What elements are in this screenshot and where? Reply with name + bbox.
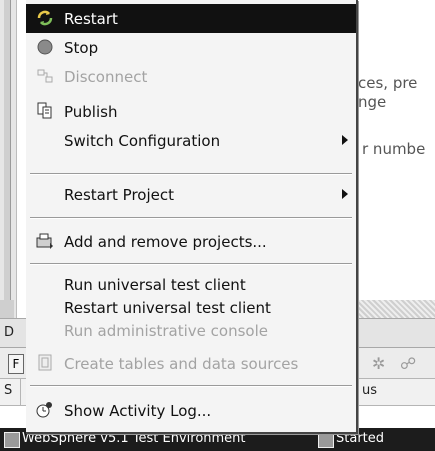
menu-item-label: Run administrative console — [64, 322, 268, 340]
menu-item-label: Run universal test client — [64, 276, 246, 294]
menu-item-label: Add and remove projects... — [64, 233, 267, 251]
menu-item-label: Disconnect — [64, 68, 148, 86]
menu-separator — [30, 217, 352, 219]
menu-item-label: Restart universal test client — [64, 299, 271, 317]
background-text-line-3: r numbe — [362, 140, 426, 158]
menu-item-run-administrative-console: Run administrative console — [26, 316, 356, 345]
server-icon — [4, 432, 20, 448]
menu-item-create-tables-and-data-sources: Create tables and data sources — [26, 349, 356, 378]
sun-icon[interactable]: ✲ — [372, 354, 385, 373]
column-header-status[interactable]: us — [362, 383, 377, 398]
panel-left-button[interactable]: F — [8, 354, 24, 374]
menu-item-disconnect: Disconnect — [26, 62, 356, 91]
menu-item-switch-configuration[interactable]: Switch Configuration — [26, 126, 356, 155]
submenu-arrow-icon — [342, 135, 348, 145]
toolbar-icon[interactable]: ☍ — [400, 354, 416, 373]
disconnect-icon — [36, 67, 54, 85]
publish-icon — [36, 102, 54, 120]
menu-item-label: Create tables and data sources — [64, 355, 299, 373]
column-header-server[interactable]: S — [4, 383, 12, 398]
add-remove-projects-icon — [36, 232, 54, 250]
menu-item-label: Restart Project — [64, 186, 175, 204]
column-separator — [20, 379, 21, 405]
menu-separator — [30, 173, 352, 175]
menu-item-label: Show Activity Log... — [64, 402, 212, 420]
activity-log-icon — [36, 401, 54, 419]
panel-label: D — [4, 325, 15, 340]
background-text-line-1: ces, pre — [358, 74, 418, 92]
background-text-line-2: nge — [358, 93, 387, 111]
menu-item-stop[interactable]: Stop — [26, 33, 356, 62]
submenu-arrow-icon — [342, 189, 348, 199]
menu-item-label: Stop — [64, 39, 99, 57]
scrollbar-track[interactable] — [4, 0, 11, 300]
background-hatch-area — [356, 300, 435, 318]
left-scrollbar[interactable] — [0, 0, 17, 330]
menu-item-add-remove-projects[interactable]: Add and remove projects... — [26, 227, 356, 256]
menu-item-label: Publish — [64, 103, 118, 121]
menu-item-restart[interactable]: Restart — [26, 4, 356, 33]
scrollbar-thumb[interactable] — [0, 300, 14, 318]
restart-icon — [36, 9, 54, 27]
menu-item-show-activity-log[interactable]: Show Activity Log... — [26, 396, 356, 425]
menu-item-restart-project[interactable]: Restart Project — [26, 180, 356, 209]
database-icon — [36, 354, 54, 372]
menu-item-label: Restart — [64, 10, 118, 28]
status-icon — [318, 432, 334, 448]
menu-item-label: Switch Configuration — [64, 132, 221, 150]
menu-separator — [30, 263, 352, 265]
menu-separator — [30, 385, 352, 387]
server-context-menu: Restart Stop Disconnect Publish Switch C… — [26, 0, 358, 434]
stop-icon — [36, 38, 54, 56]
menu-item-publish[interactable]: Publish — [26, 97, 356, 126]
